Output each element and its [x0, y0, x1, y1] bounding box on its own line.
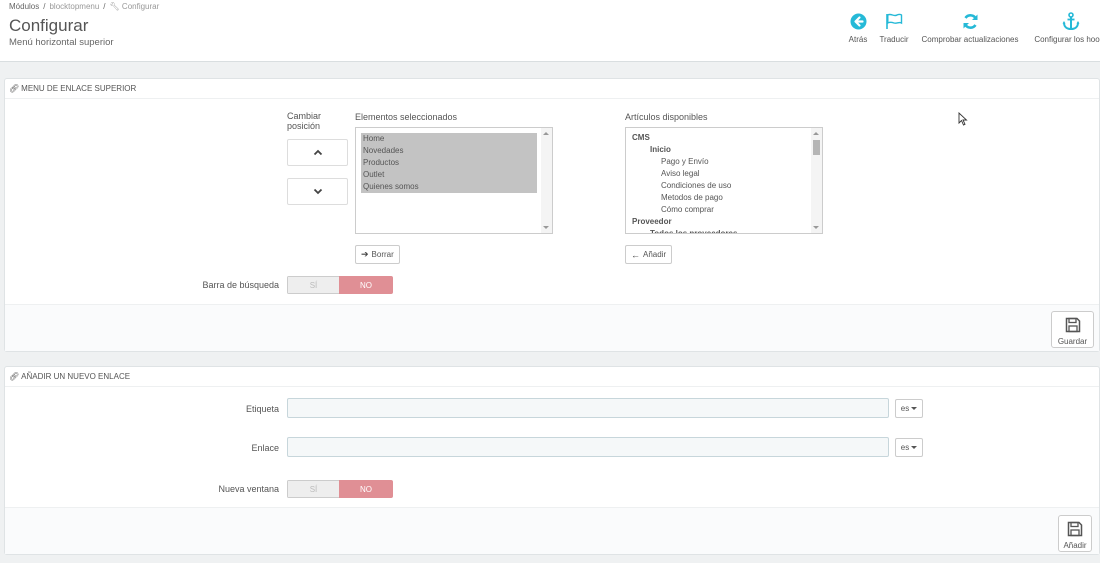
link-language-value: es: [900, 443, 910, 452]
available-item[interactable]: Inicio: [632, 144, 812, 156]
hooks-label: Configurar los hooks: [1034, 35, 1100, 44]
floppy-disk-icon: [1065, 317, 1080, 333]
available-item[interactable]: Metodos de pago: [632, 192, 812, 204]
selected-item[interactable]: Productos: [361, 157, 537, 169]
selected-items-list[interactable]: Home Novedades Productos Outlet Quienes somo…: [355, 127, 553, 234]
save-button[interactable]: Guardar: [1051, 311, 1094, 348]
new-window-label: Nueva ventana: [218, 484, 279, 494]
available-item[interactable]: Aviso legal: [632, 168, 812, 180]
label-language-button[interactable]: es: [895, 399, 923, 418]
arrow-right-icon: ➔: [361, 249, 369, 259]
back-label: Atrás: [848, 35, 868, 44]
check-updates-button[interactable]: Comprobar actualizaciones: [918, 10, 1022, 44]
available-item[interactable]: Cómo comprar: [632, 204, 812, 216]
label-language-value: es: [900, 404, 910, 413]
add-new-link-panel: 🔗︎ AÑADIR UN NUEVO ENLACE Etiqueta es Enl…: [4, 366, 1100, 555]
move-up-button[interactable]: [287, 139, 348, 166]
selected-items-options: Home Novedades Productos Outlet Quienes somo…: [361, 133, 537, 193]
caret-down-icon: [911, 407, 918, 410]
link-input[interactable]: [287, 437, 889, 457]
panel-footer: Añadir: [5, 507, 1099, 554]
chevron-up-icon: [313, 149, 322, 156]
add-link-label: Añadir: [1063, 541, 1087, 550]
selected-item[interactable]: Quienes somos: [361, 181, 537, 193]
remove-label: Borrar: [371, 250, 394, 259]
switch-yes[interactable]: SÍ: [287, 276, 339, 294]
translate-button[interactable]: Traducir: [876, 10, 912, 44]
mouse-cursor-icon: [958, 111, 968, 129]
selected-item[interactable]: Outlet: [361, 169, 537, 181]
back-button[interactable]: Atrás: [845, 10, 871, 44]
refresh-icon: [918, 10, 1022, 32]
selected-item[interactable]: Home: [361, 133, 537, 145]
new-window-switch[interactable]: SÍ NO: [287, 480, 393, 498]
available-item[interactable]: Condiciones de uso: [632, 180, 812, 192]
arrow-circle-left-icon: [845, 10, 871, 32]
available-item[interactable]: Proveedor: [632, 216, 812, 228]
available-items-list[interactable]: CMS Inicio Pago y Envío Aviso legal Condicio…: [625, 127, 823, 234]
available-item[interactable]: Pago y Envío: [632, 156, 812, 168]
available-list-scrollbar[interactable]: [811, 128, 822, 233]
label-field-label: Etiqueta: [245, 404, 279, 414]
switch-no[interactable]: NO: [339, 276, 393, 294]
floppy-disk-icon: [1067, 521, 1083, 537]
top-menu-links-panel: 🔗︎ MENU DE ENLACE SUPERIOR Cambiar posici…: [4, 78, 1100, 352]
flag-icon: [876, 10, 912, 32]
arrow-left-icon: ←: [631, 249, 640, 260]
add-link-button[interactable]: Añadir: [1058, 515, 1092, 552]
panel-heading: 🔗︎ AÑADIR UN NUEVO ENLACE: [5, 367, 1099, 387]
move-down-button[interactable]: [287, 178, 348, 205]
panel-footer: Guardar: [5, 304, 1099, 351]
selected-item[interactable]: Novedades: [361, 145, 537, 157]
selected-list-scrollbar[interactable]: [541, 128, 552, 233]
hooks-button[interactable]: Configurar los hooks: [1028, 10, 1100, 44]
link-field-label: Enlace: [251, 443, 279, 453]
link-icon: 🔗︎: [9, 372, 20, 381]
link-language-button[interactable]: es: [895, 438, 923, 457]
toolbar: Atrás Traducir Comprobar actualizaciones…: [0, 10, 1100, 50]
available-items-title: Artículos disponibles: [625, 112, 708, 122]
add-item-label: Añadir: [643, 250, 667, 259]
available-items-options: CMS Inicio Pago y Envío Aviso legal Condicio…: [632, 132, 812, 233]
available-item[interactable]: Todos los proveedores: [632, 228, 812, 233]
anchor-icon: [1028, 10, 1100, 32]
chevron-down-icon: [313, 188, 322, 195]
panel-heading: 🔗︎ MENU DE ENLACE SUPERIOR: [5, 79, 1099, 99]
page-header: Módulos / blocktopmenu / 🔧︎ Configurar Confi…: [0, 0, 1100, 62]
check-updates-label: Comprobar actualizaciones: [921, 35, 1019, 44]
translate-label: Traducir: [879, 35, 909, 44]
panel-heading-text: AÑADIR UN NUEVO ENLACE: [21, 372, 131, 381]
switch-no[interactable]: NO: [339, 480, 393, 498]
link-icon: 🔗︎: [9, 84, 20, 93]
search-bar-switch[interactable]: SÍ NO: [287, 276, 393, 294]
caret-down-icon: [911, 446, 918, 449]
available-item[interactable]: CMS: [632, 132, 812, 144]
selected-items-title: Elementos seleccionados: [355, 112, 458, 122]
remove-button[interactable]: ➔ Borrar: [355, 245, 400, 264]
panel-heading-text: MENU DE ENLACE SUPERIOR: [21, 84, 137, 93]
change-position-label: Cambiar posición: [287, 111, 322, 131]
save-label: Guardar: [1057, 337, 1088, 346]
add-item-button[interactable]: ← Añadir: [625, 245, 673, 264]
switch-yes[interactable]: SÍ: [287, 480, 339, 498]
label-input[interactable]: [287, 398, 889, 418]
search-bar-label: Barra de búsqueda: [202, 280, 279, 290]
